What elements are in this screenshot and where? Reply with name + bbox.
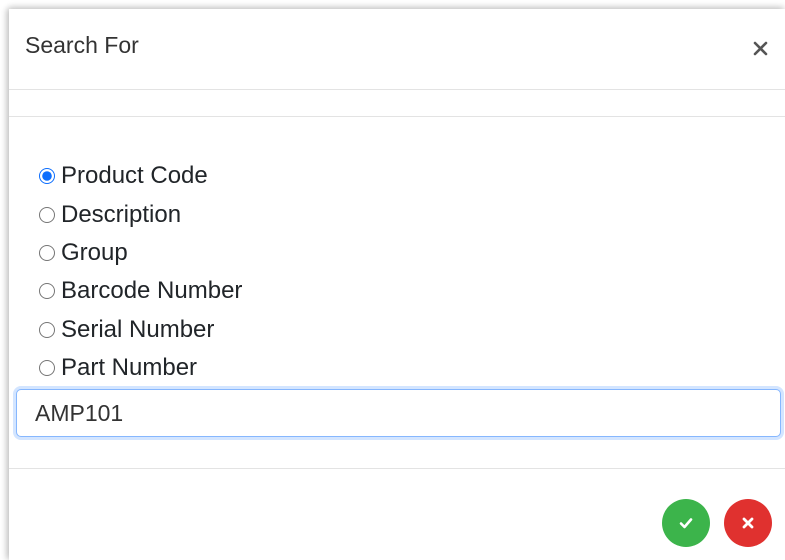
barcode-number-radio[interactable] bbox=[39, 283, 55, 300]
radio-label: Group bbox=[61, 238, 128, 266]
product-code-radio[interactable] bbox=[39, 168, 55, 185]
group-radio[interactable] bbox=[39, 244, 55, 261]
dialog-footer bbox=[9, 469, 785, 560]
serial-number-radio[interactable] bbox=[39, 321, 55, 338]
search-type-radio-group: Product Code Description Group Barcode N… bbox=[39, 157, 242, 387]
radio-option-serial-number[interactable]: Serial Number bbox=[39, 311, 242, 349]
radio-option-part-number[interactable]: Part Number bbox=[39, 349, 242, 387]
x-icon bbox=[742, 517, 754, 529]
check-icon bbox=[679, 518, 693, 529]
dialog-body: Product Code Description Group Barcode N… bbox=[9, 117, 785, 469]
dialog-header: Search For bbox=[9, 9, 785, 90]
close-button[interactable] bbox=[745, 30, 775, 60]
part-number-radio[interactable] bbox=[39, 360, 55, 377]
radio-label: Product Code bbox=[61, 162, 208, 190]
dialog-title: Search For bbox=[25, 32, 139, 58]
search-input[interactable] bbox=[16, 389, 781, 437]
radio-option-product-code[interactable]: Product Code bbox=[39, 157, 242, 195]
radio-label: Description bbox=[61, 200, 182, 228]
description-radio[interactable] bbox=[39, 206, 55, 223]
radio-option-barcode-number[interactable]: Barcode Number bbox=[39, 272, 242, 310]
radio-label: Part Number bbox=[61, 354, 198, 382]
radio-option-group[interactable]: Group bbox=[39, 234, 242, 272]
search-for-dialog: Search For Product Code Description Grou… bbox=[9, 9, 785, 560]
close-icon bbox=[753, 41, 767, 56]
confirm-button[interactable] bbox=[662, 499, 710, 547]
header-spacer bbox=[9, 90, 785, 117]
radio-label: Barcode Number bbox=[61, 277, 243, 305]
cancel-button[interactable] bbox=[724, 499, 772, 547]
radio-option-description[interactable]: Description bbox=[39, 195, 242, 233]
radio-label: Serial Number bbox=[61, 315, 215, 343]
